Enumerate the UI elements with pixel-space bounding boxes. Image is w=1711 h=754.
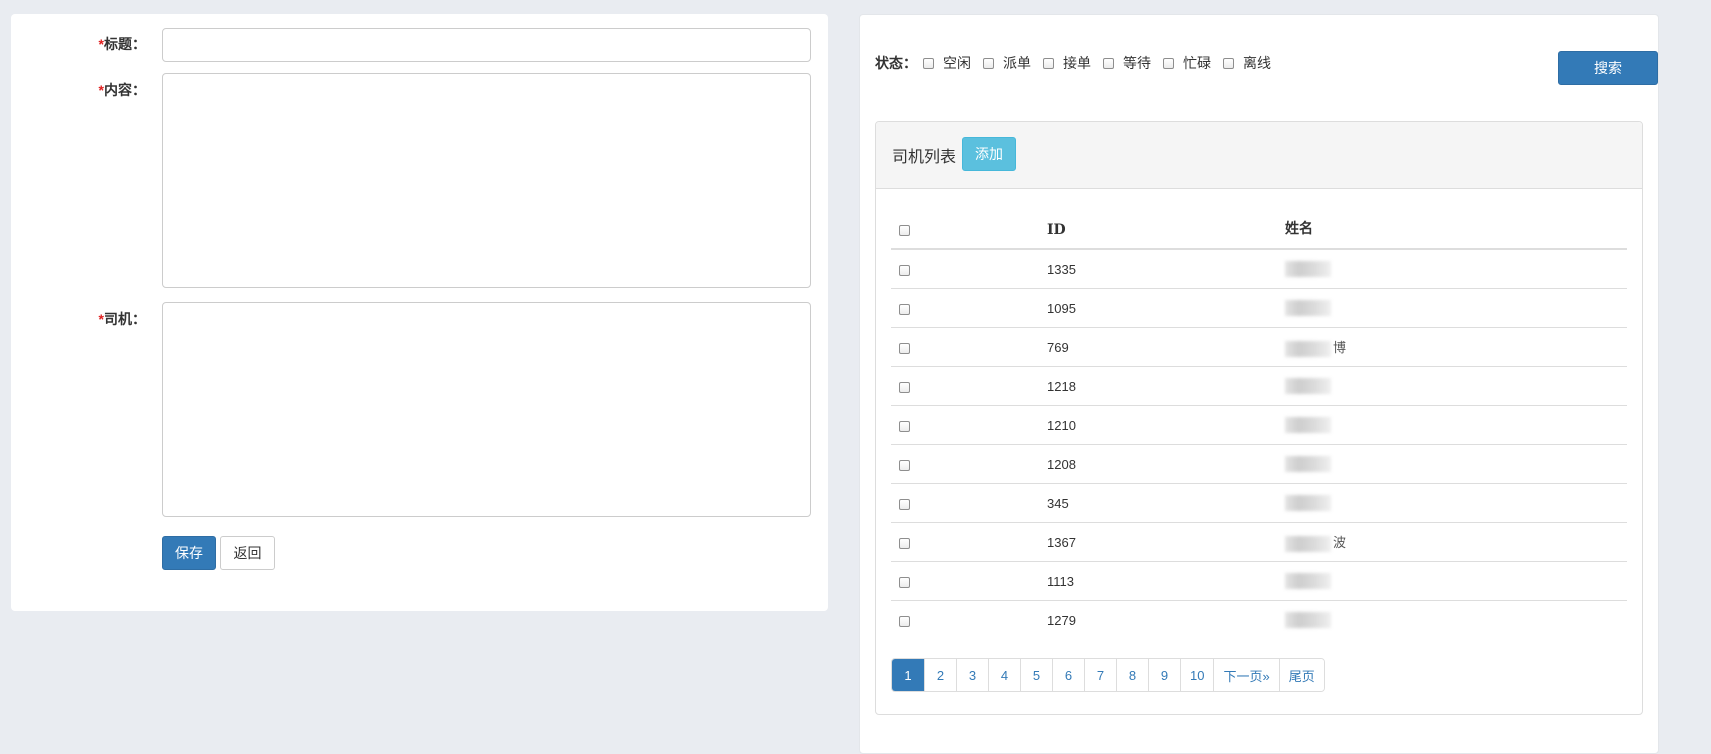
driver-selection-panel: 状态： 空闲 派单 接单 等待 忙碌 离线 搜索 司机列表 添加 ID 姓名 1… <box>859 14 1659 754</box>
status-option-idle[interactable]: 空闲 <box>923 53 971 73</box>
table-row[interactable]: 1218 <box>891 366 1627 406</box>
driver-textarea[interactable] <box>162 302 811 517</box>
driver-name <box>1277 444 1627 484</box>
table-row[interactable]: 1208 <box>891 444 1627 484</box>
driver-label: *司机： <box>98 311 146 327</box>
status-checkbox[interactable] <box>1163 57 1174 69</box>
table-header-row: ID 姓名 <box>891 198 1627 250</box>
back-button[interactable]: 返回 <box>220 536 275 570</box>
driver-id: 1210 <box>1039 405 1277 445</box>
table-row[interactable]: 769 博 <box>891 327 1627 367</box>
add-driver-button[interactable]: 添加 <box>962 137 1016 171</box>
driver-id: 769 <box>1039 327 1277 367</box>
page-link-5[interactable]: 5 <box>1020 659 1052 691</box>
row-checkbox[interactable] <box>899 498 910 510</box>
row-checkbox[interactable] <box>899 381 910 393</box>
redacted-name <box>1285 612 1331 629</box>
redacted-name <box>1285 378 1331 395</box>
title-input[interactable] <box>162 28 811 62</box>
page-link-7[interactable]: 7 <box>1084 659 1116 691</box>
driver-list-panel: 司机列表 添加 ID 姓名 1335 1095 769 博 1218 1210 1… <box>875 121 1643 715</box>
driver-name <box>1277 249 1627 289</box>
driver-name <box>1277 366 1627 406</box>
driver-list-header: 司机列表 添加 <box>876 122 1642 189</box>
driver-name: 博 <box>1277 327 1627 367</box>
row-checkbox[interactable] <box>899 264 910 276</box>
status-option-waiting[interactable]: 等待 <box>1103 53 1151 73</box>
redacted-name <box>1285 535 1331 552</box>
table-row[interactable]: 1367 波 <box>891 522 1627 562</box>
driver-id: 1113 <box>1039 561 1277 601</box>
select-all-checkbox[interactable] <box>899 224 910 236</box>
table-row[interactable]: 1210 <box>891 405 1627 445</box>
table-row[interactable]: 1335 <box>891 249 1627 289</box>
page-link-3[interactable]: 3 <box>956 659 988 691</box>
last-page-link[interactable]: 尾页 <box>1278 659 1324 691</box>
announcement-form-panel: *标题： *内容： *司机： 保存 返回 <box>11 14 828 611</box>
driver-id: 1279 <box>1047 612 1076 628</box>
table-row[interactable]: 345 <box>891 483 1627 523</box>
status-checkbox[interactable] <box>923 57 934 69</box>
select-all-header <box>891 198 1039 250</box>
status-filter: 状态： 空闲 派单 接单 等待 忙碌 离线 <box>875 53 1283 73</box>
status-option-dispatched[interactable]: 派单 <box>983 53 1031 73</box>
row-checkbox[interactable] <box>899 576 910 588</box>
row-checkbox[interactable] <box>899 303 910 315</box>
redacted-name <box>1285 417 1331 434</box>
redacted-name <box>1285 340 1331 357</box>
driver-id: 1095 <box>1039 288 1277 328</box>
title-label: *标题： <box>98 36 146 52</box>
row-checkbox[interactable] <box>899 459 910 471</box>
row-checkbox[interactable] <box>899 420 910 432</box>
status-option-busy[interactable]: 忙碌 <box>1163 53 1211 73</box>
status-option-accepted[interactable]: 接单 <box>1043 53 1091 73</box>
redacted-name <box>1285 495 1331 512</box>
search-button[interactable]: 搜索 <box>1558 51 1658 85</box>
status-label: 状态： <box>875 55 917 71</box>
driver-name <box>1277 483 1627 523</box>
table-row[interactable]: 1279 <box>891 601 1627 640</box>
page-link-10[interactable]: 10 <box>1180 659 1214 691</box>
driver-name <box>1277 601 1627 640</box>
driver-name: 波 <box>1277 522 1627 562</box>
row-checkbox[interactable] <box>899 537 910 549</box>
driver-list-title: 司机列表 <box>892 149 957 166</box>
driver-table: ID 姓名 1335 1095 769 博 1218 1210 1208 345 … <box>891 198 1627 639</box>
content-label: *内容： <box>98 82 146 98</box>
driver-id: 1218 <box>1039 366 1277 406</box>
status-checkbox[interactable] <box>1043 57 1054 69</box>
page-link-2[interactable]: 2 <box>924 659 956 691</box>
id-column-header: ID <box>1039 198 1277 250</box>
next-page-link[interactable]: 下一页» <box>1213 659 1279 691</box>
status-checkbox[interactable] <box>1223 57 1234 69</box>
redacted-name <box>1285 573 1331 590</box>
pagination: 1 2 3 4 5 6 7 8 9 10 下一页» 尾页 <box>891 658 1325 692</box>
driver-name <box>1277 405 1627 445</box>
driver-id: 1367 <box>1039 522 1277 562</box>
save-button[interactable]: 保存 <box>162 536 216 570</box>
page-link-1[interactable]: 1 <box>892 659 924 691</box>
redacted-name <box>1285 456 1331 473</box>
page-link-8[interactable]: 8 <box>1116 659 1148 691</box>
table-row[interactable]: 1113 <box>891 561 1627 601</box>
driver-id: 1208 <box>1039 444 1277 484</box>
page-link-4[interactable]: 4 <box>988 659 1020 691</box>
redacted-name <box>1285 261 1331 278</box>
status-checkbox[interactable] <box>983 57 994 69</box>
driver-id: 345 <box>1039 483 1277 523</box>
status-checkbox[interactable] <box>1103 57 1114 69</box>
driver-id: 1335 <box>1039 249 1277 289</box>
page-link-9[interactable]: 9 <box>1148 659 1180 691</box>
page-link-6[interactable]: 6 <box>1052 659 1084 691</box>
content-textarea[interactable] <box>162 73 811 288</box>
driver-name <box>1277 561 1627 601</box>
table-row[interactable]: 1095 <box>891 288 1627 328</box>
row-checkbox[interactable] <box>899 342 910 354</box>
redacted-name <box>1285 300 1331 317</box>
row-checkbox[interactable] <box>899 615 910 627</box>
status-option-offline[interactable]: 离线 <box>1223 53 1271 73</box>
driver-name <box>1277 288 1627 328</box>
name-column-header: 姓名 <box>1277 198 1627 250</box>
